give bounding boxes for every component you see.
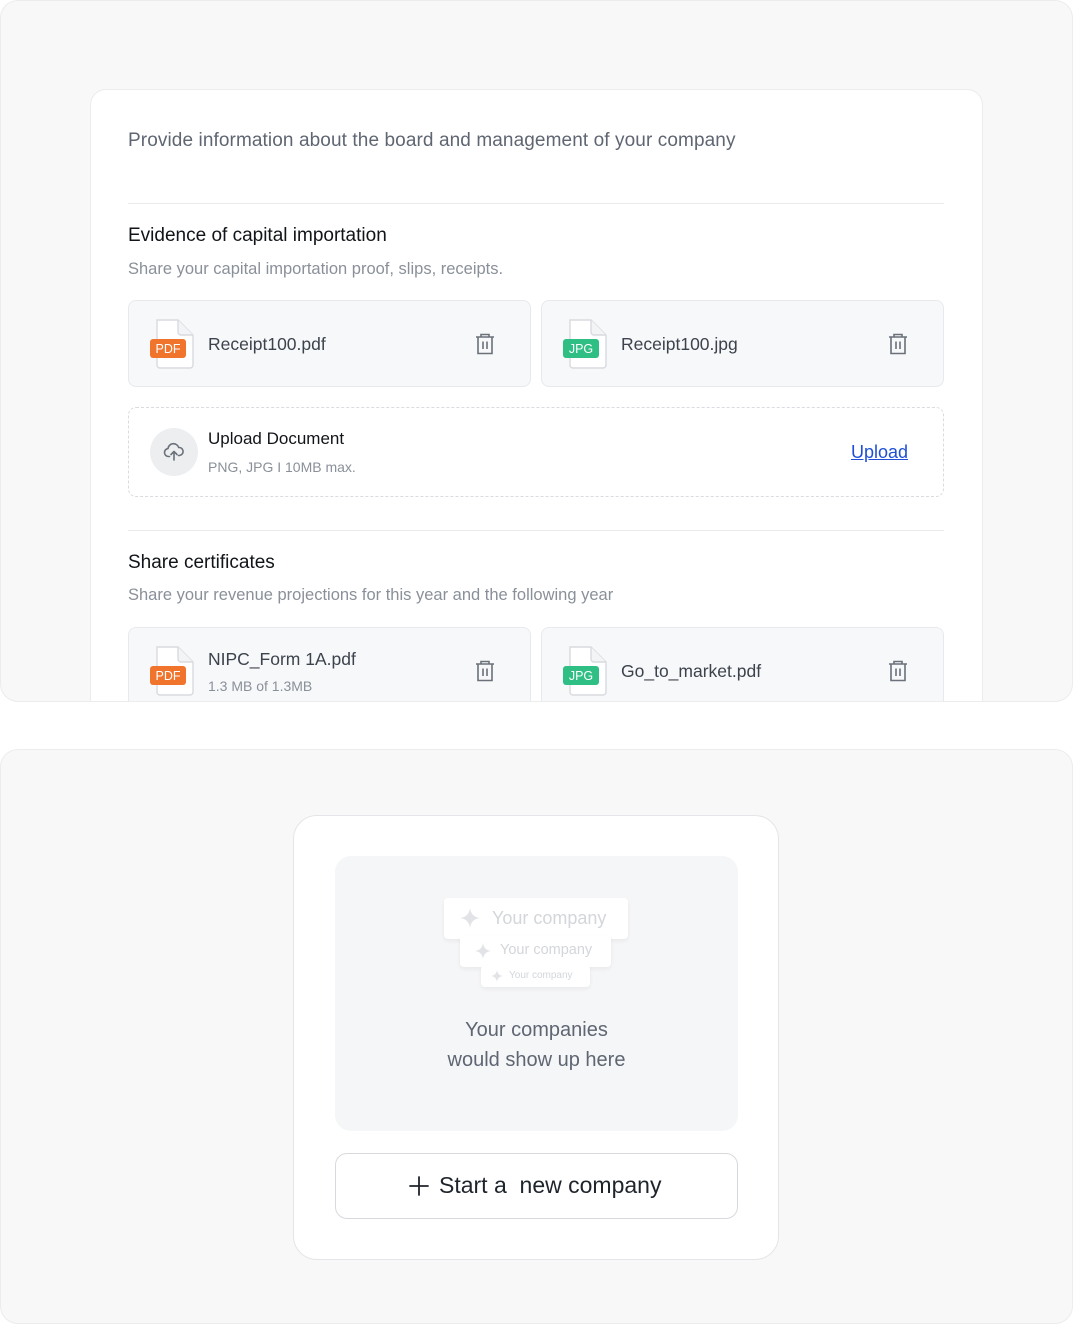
empty-state-line1: Your companies <box>465 1019 608 1041</box>
cloud-upload-icon <box>150 428 198 476</box>
companies-panel: Your company Your company Your company Y… <box>0 749 1073 1324</box>
trash-icon[interactable] <box>887 659 909 683</box>
upload-title: Upload Document <box>208 429 345 448</box>
capital-section-title: Evidence of capital importation <box>128 225 387 246</box>
company-placeholder-chip: Your company <box>444 898 628 939</box>
file-name: Receipt100.jpg <box>621 334 738 354</box>
capital-section-subtitle: Share your capital importation proof, sl… <box>128 260 504 278</box>
upload-hint: PNG, JPG I 10MB max. <box>208 459 356 475</box>
start-button-label: Start a new company <box>439 1172 662 1198</box>
sparkle-icon <box>491 970 503 982</box>
jpg-badge-label: JPG <box>569 669 593 683</box>
upload-dropzone[interactable]: Upload Document PNG, JPG I 10MB max. Upl… <box>128 407 944 497</box>
card-intro-text: Provide information about the board and … <box>128 130 736 151</box>
companies-card: Your company Your company Your company Y… <box>293 815 779 1260</box>
shares-section-title: Share certificates <box>128 552 275 573</box>
documents-panel: Provide information about the board and … <box>0 0 1073 702</box>
sparkle-icon <box>460 908 480 928</box>
pdf-file-icon: PDF <box>150 319 196 369</box>
chip-label: Your company <box>492 908 607 928</box>
file-name: Receipt100.pdf <box>208 334 326 354</box>
trash-icon[interactable] <box>887 332 909 356</box>
divider <box>128 203 944 204</box>
file-name: NIPC_Form 1A.pdf <box>208 649 356 669</box>
file-card-go-to-market: JPG Go_to_market.pdf <box>541 627 944 701</box>
upload-link[interactable]: Upload <box>851 442 908 463</box>
empty-state-line2: would show up here <box>447 1049 626 1071</box>
trash-icon[interactable] <box>474 332 496 356</box>
jpg-badge-label: JPG <box>569 342 593 356</box>
pdf-badge-label: PDF <box>156 669 181 683</box>
file-card-receipt-pdf: PDF Receipt100.pdf <box>128 300 531 387</box>
company-placeholder-chip: Your company <box>481 965 590 987</box>
divider <box>128 530 944 531</box>
pdf-file-icon: PDF <box>150 646 196 696</box>
company-placeholder-chip: Your company <box>460 935 611 967</box>
file-size: 1.3 MB of 1.3MB <box>208 678 313 694</box>
chip-label: Your company <box>500 942 593 958</box>
sparkle-icon <box>475 943 491 959</box>
file-card-nipc-form: PDF NIPC_Form 1A.pdf 1.3 MB of 1.3MB <box>128 627 531 701</box>
plus-icon <box>409 1176 429 1196</box>
jpg-file-icon: JPG <box>563 646 609 696</box>
jpg-file-icon: JPG <box>563 319 609 369</box>
file-name: Go_to_market.pdf <box>621 661 762 681</box>
file-card-receipt-jpg: JPG Receipt100.jpg <box>541 300 944 387</box>
chip-label: Your company <box>509 970 573 981</box>
start-new-company-button[interactable]: Start a new company <box>335 1153 738 1219</box>
board-info-card: Provide information about the board and … <box>90 89 983 701</box>
pdf-badge-label: PDF <box>156 342 181 356</box>
shares-section-subtitle: Share your revenue projections for this … <box>128 586 614 604</box>
trash-icon[interactable] <box>474 659 496 683</box>
empty-state: Your company Your company Your company Y… <box>335 856 738 1131</box>
